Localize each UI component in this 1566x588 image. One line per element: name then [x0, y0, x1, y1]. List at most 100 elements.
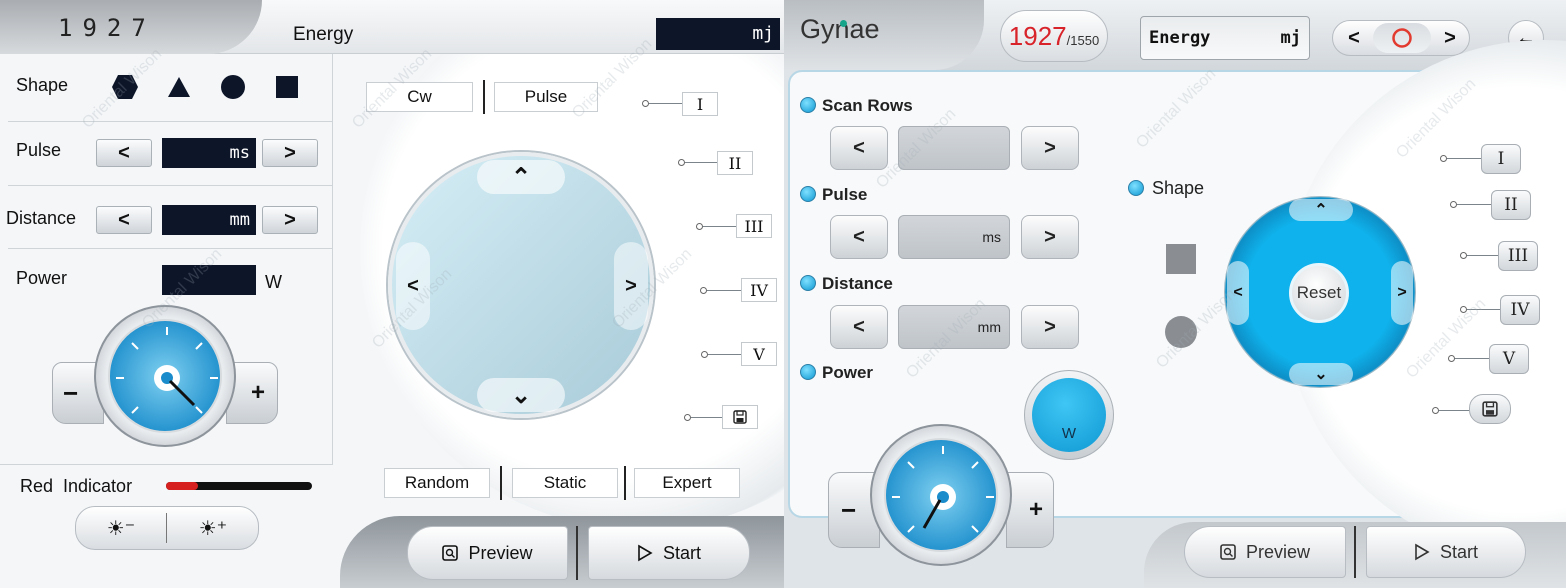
save-icon [1482, 401, 1498, 417]
static-mode-button[interactable]: Static [512, 468, 618, 498]
distance-decrease-button[interactable]: < [830, 305, 888, 349]
power-dial[interactable] [870, 424, 1012, 566]
preset-leader [1447, 158, 1481, 159]
divider [483, 80, 485, 114]
power-unit: W [1061, 425, 1077, 442]
pulse-field[interactable]: ms [898, 215, 1010, 259]
circle-shape-button[interactable] [221, 75, 245, 99]
nav-prev-button[interactable]: < [1339, 21, 1369, 55]
play-icon [1415, 543, 1430, 561]
energy-label: Energy [1149, 28, 1211, 48]
preview-button[interactable]: Preview [407, 526, 568, 580]
power-field[interactable] [162, 265, 256, 295]
right-panel: Gynae 1927 /1550 Energy mj < > ← Scan Ro… [784, 0, 1566, 588]
preview-button[interactable]: Preview [1184, 526, 1346, 578]
divider [576, 526, 578, 580]
scan-rows-decrease-button[interactable]: < [830, 126, 888, 170]
preset-5-button[interactable]: V [1489, 344, 1529, 374]
pad-right-button[interactable]: > [614, 242, 648, 330]
preset-dot [1448, 355, 1455, 362]
preview-icon [1220, 544, 1236, 560]
brightness-up-button[interactable]: ☀⁺ [168, 507, 258, 549]
preset-dot [696, 223, 703, 230]
preset-leader [708, 354, 741, 355]
distance-indicator [800, 275, 816, 291]
preset-1-button[interactable]: I [1481, 144, 1521, 174]
power-value-ring: W [1024, 370, 1114, 460]
preset-leader [1439, 410, 1469, 411]
triangle-shape-button[interactable] [167, 76, 191, 98]
pulse-increase-button[interactable]: > [1021, 215, 1079, 259]
pulse-increase-button[interactable]: > [262, 139, 318, 167]
direction-pad[interactable]: ⌃ ⌄ < > Reset [1224, 196, 1416, 388]
preview-label: Preview [468, 542, 533, 563]
divider [0, 464, 333, 465]
power-dial[interactable] [94, 305, 236, 447]
brightness-down-button[interactable]: ☀⁻ [76, 507, 166, 549]
pad-up-button[interactable]: ⌃ [477, 160, 565, 194]
preset-1-button[interactable]: I [682, 92, 718, 116]
red-indicator-bar[interactable] [166, 482, 312, 490]
preview-icon [442, 545, 459, 561]
preset-2-button[interactable]: II [717, 151, 753, 175]
energy-field[interactable]: mj [656, 18, 780, 50]
pad-right-button[interactable]: > [1391, 261, 1413, 325]
status-dot [840, 20, 847, 27]
scan-rows-field[interactable] [898, 126, 1010, 170]
start-label: Start [1439, 541, 1478, 562]
preset-leader [1467, 255, 1501, 256]
shape-nav: < > [1332, 20, 1470, 56]
pulse-decrease-button[interactable]: < [830, 215, 888, 259]
random-mode-button[interactable]: Random [384, 468, 490, 498]
preset-leader [649, 103, 682, 104]
expert-mode-button[interactable]: Expert [634, 468, 740, 498]
square-shape-button[interactable] [276, 76, 298, 98]
preset-leader [685, 162, 717, 163]
start-button[interactable]: Start [1366, 526, 1526, 578]
pad-left-button[interactable]: < [396, 242, 430, 330]
preset-leader [1457, 204, 1491, 205]
square-shape-button[interactable] [1166, 244, 1196, 274]
pad-down-button[interactable]: ⌄ [1289, 363, 1353, 385]
distance-field[interactable]: mm [898, 305, 1010, 349]
nav-next-button[interactable]: > [1435, 21, 1465, 55]
nav-current-shape[interactable] [1373, 23, 1431, 53]
save-preset-button[interactable] [1469, 394, 1511, 424]
preset-dot [642, 100, 649, 107]
pulse-indicator [800, 186, 816, 202]
preset-2-button[interactable]: II [1491, 190, 1531, 220]
pad-down-button[interactable]: ⌄ [477, 378, 565, 412]
energy-field[interactable]: Energy mj [1140, 16, 1310, 60]
start-button[interactable]: Start [588, 526, 750, 580]
preset-dot [1460, 306, 1467, 313]
preset-5-button[interactable]: V [741, 342, 777, 366]
hexagon-shape-button[interactable] [111, 74, 139, 100]
pad-left-button[interactable]: < [1227, 261, 1249, 325]
tab-cw[interactable]: Cw [366, 82, 473, 112]
distance-decrease-button[interactable]: < [96, 206, 152, 234]
scan-rows-increase-button[interactable]: > [1021, 126, 1079, 170]
preset-4-button[interactable]: IV [1500, 295, 1540, 325]
power-dial-face [108, 319, 222, 433]
red-indicator-label: Red Indicator [20, 476, 133, 496]
distance-field[interactable]: mm [162, 205, 256, 235]
reset-button[interactable]: Reset [1289, 263, 1349, 323]
circle-shape-button[interactable] [1165, 316, 1197, 348]
preset-3-button[interactable]: III [1498, 241, 1538, 271]
distance-increase-button[interactable]: > [262, 206, 318, 234]
direction-pad[interactable]: ⌃ ⌄ < > [388, 152, 654, 418]
pad-up-button[interactable]: ⌃ [1289, 199, 1353, 221]
power-increase-button[interactable]: + [1006, 472, 1054, 548]
save-preset-button[interactable] [722, 405, 758, 429]
preset-4-button[interactable]: IV [741, 278, 777, 302]
pulse-unit: ms [982, 229, 1001, 245]
preset-3-button[interactable]: III [736, 214, 772, 238]
tab-pulse[interactable]: Pulse [494, 82, 598, 112]
pulse-decrease-button[interactable]: < [96, 139, 152, 167]
pulse-field[interactable]: ms [162, 138, 256, 168]
power-label: Power [822, 363, 874, 382]
distance-increase-button[interactable]: > [1021, 305, 1079, 349]
play-icon [638, 544, 653, 562]
power-value-display[interactable]: W [1032, 378, 1106, 452]
shape-indicator [1128, 180, 1144, 196]
